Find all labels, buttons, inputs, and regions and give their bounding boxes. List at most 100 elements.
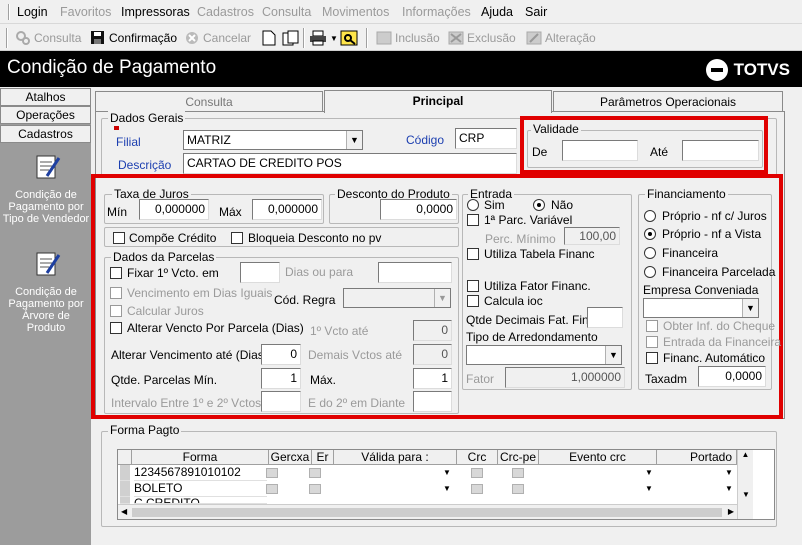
inclusao-button[interactable]: Inclusão <box>376 30 440 46</box>
cod-regra-select[interactable]: ▼ <box>343 288 451 308</box>
tab-principal[interactable]: Principal <box>324 90 552 113</box>
cancelar-button[interactable]: Cancelar <box>184 30 251 46</box>
confirmacao-button[interactable]: Confirmação <box>90 30 177 46</box>
e-do-2-input[interactable] <box>413 391 452 412</box>
sidebar-item-tipo-vendedor[interactable]: Condição de Pagamento por Tipo de Vended… <box>2 152 90 225</box>
proprio-vista-radio[interactable] <box>644 228 656 240</box>
financ-auto-checkbox[interactable] <box>646 352 658 364</box>
calcula-ioc-checkbox[interactable] <box>467 295 479 307</box>
demais-vctos-input[interactable]: 0 <box>413 344 452 365</box>
print-dropdown-icon[interactable]: ▼ <box>330 34 338 43</box>
scroll-right-icon[interactable]: ▶ <box>728 507 734 516</box>
sidebar-cadastros[interactable]: Cadastros <box>0 125 91 143</box>
alteracao-button[interactable]: Alteração <box>526 30 596 46</box>
chevron-down-icon[interactable]: ▼ <box>642 482 656 496</box>
alterar-venc-ate-input[interactable]: 0 <box>261 344 301 365</box>
gercxa-checkbox[interactable] <box>266 468 278 478</box>
taxa-max-input[interactable]: 0,000000 <box>252 199 322 220</box>
empresa-conveniada-select[interactable]: ▼ <box>643 298 759 318</box>
col-er[interactable]: Er <box>312 450 334 465</box>
calcular-juros-checkbox[interactable] <box>110 305 122 317</box>
chevron-down-icon[interactable]: ▼ <box>440 482 454 496</box>
print-button[interactable]: ▼ <box>309 30 338 46</box>
entrada-sim-radio[interactable] <box>467 199 479 211</box>
sidebar-atalhos[interactable]: Atalhos <box>0 88 91 106</box>
exclusao-button[interactable]: Exclusão <box>448 30 516 46</box>
chevron-down-icon[interactable]: ▼ <box>722 466 736 480</box>
consulta-button[interactable]: Consulta <box>15 30 81 46</box>
descricao-input[interactable]: CARTAO DE CREDITO POS <box>183 153 517 174</box>
chevron-down-icon[interactable]: ▼ <box>434 289 450 307</box>
menu-login[interactable]: Login <box>17 5 48 19</box>
gercxa-checkbox[interactable] <box>266 484 278 494</box>
tab-parametros[interactable]: Parâmetros Operacionais <box>553 91 783 113</box>
chevron-down-icon[interactable]: ▼ <box>642 466 656 480</box>
fixar-dias-input[interactable] <box>240 262 280 283</box>
fixar-checkbox[interactable] <box>110 267 122 279</box>
tab-consulta[interactable]: Consulta <box>95 91 323 113</box>
filial-select[interactable]: MATRIZ ▼ <box>183 130 363 150</box>
er-checkbox[interactable] <box>309 468 321 478</box>
scroll-thumb[interactable] <box>132 508 722 517</box>
chevron-down-icon[interactable]: ▼ <box>346 131 362 149</box>
compoe-credito-checkbox[interactable] <box>113 232 125 244</box>
table-row-forma[interactable]: 1234567891010102 <box>134 465 267 481</box>
sidebar-item-arvore-produto[interactable]: Condição de Pagamento por Árvore de Prod… <box>2 249 90 334</box>
venc-dias-iguais-checkbox[interactable] <box>110 287 122 299</box>
taxadm-input[interactable]: 0,0000 <box>698 366 766 387</box>
qtde-min-input[interactable]: 1 <box>261 368 301 389</box>
menu-sair[interactable]: Sair <box>525 5 547 19</box>
search-button[interactable] <box>340 30 358 46</box>
scroll-down-icon[interactable]: ▼ <box>738 490 754 499</box>
bloqueia-desconto-checkbox[interactable] <box>231 232 243 244</box>
vertical-scrollbar[interactable]: ▲ ▼ <box>737 450 753 519</box>
scroll-up-icon[interactable]: ▲ <box>738 450 753 459</box>
intervalo-input[interactable] <box>261 391 301 412</box>
proprio-juros-radio[interactable] <box>644 210 656 222</box>
horizontal-scrollbar[interactable]: ◀ ▶ <box>118 504 737 519</box>
table-row-forma[interactable]: BOLETO <box>134 481 267 497</box>
new-document-button[interactable] <box>262 30 276 46</box>
entrada-financeira-checkbox[interactable] <box>646 336 658 348</box>
primeira-parc-checkbox[interactable] <box>467 214 479 226</box>
menu-cadastros[interactable]: Cadastros <box>197 5 254 19</box>
alterar-vencto-checkbox[interactable] <box>110 322 122 334</box>
crc-pe-checkbox[interactable] <box>512 468 524 478</box>
row-selector[interactable] <box>120 481 130 497</box>
primeiro-vcto-input[interactable]: 0 <box>413 320 452 341</box>
financeira-radio[interactable] <box>644 247 656 259</box>
max-parcelas-input[interactable]: 1 <box>413 368 452 389</box>
crc-checkbox[interactable] <box>471 468 483 478</box>
fator-input[interactable]: 1,000000 <box>505 367 625 388</box>
perc-minimo-input[interactable]: 100,00 <box>564 227 620 245</box>
chevron-down-icon[interactable]: ▼ <box>722 482 736 496</box>
row-selector[interactable] <box>120 497 130 504</box>
col-forma[interactable]: Forma <box>132 450 269 465</box>
chevron-down-icon[interactable]: ▼ <box>440 466 454 480</box>
col-crc[interactable]: Crc <box>457 450 498 465</box>
col-crc-pe[interactable]: Crc-pe <box>498 450 539 465</box>
row-selector[interactable] <box>120 465 130 481</box>
menu-movimentos[interactable]: Movimentos <box>322 5 389 19</box>
scroll-left-icon[interactable]: ◀ <box>121 507 127 516</box>
utiliza-fator-checkbox[interactable] <box>467 280 479 292</box>
chevron-down-icon[interactable]: ▼ <box>605 346 621 364</box>
chevron-down-icon[interactable]: ▼ <box>742 299 758 317</box>
col-portador[interactable]: Portado <box>657 450 737 465</box>
menu-favoritos[interactable]: Favoritos <box>60 5 111 19</box>
entrada-nao-radio[interactable] <box>533 199 545 211</box>
obter-cheque-checkbox[interactable] <box>646 320 658 332</box>
crc-checkbox[interactable] <box>471 484 483 494</box>
col-evento-crc[interactable]: Evento crc <box>539 450 657 465</box>
col-gercxa[interactable]: Gercxa <box>269 450 312 465</box>
qtde-decimais-input[interactable] <box>587 307 623 328</box>
utiliza-tabela-checkbox[interactable] <box>467 248 479 260</box>
sidebar-operacoes[interactable]: Operações <box>0 106 91 124</box>
codigo-input[interactable]: CRP <box>455 128 517 149</box>
menu-impressoras[interactable]: Impressoras <box>121 5 190 19</box>
desconto-input[interactable]: 0,0000 <box>380 199 457 220</box>
tipo-arred-select[interactable]: ▼ <box>466 345 622 365</box>
er-checkbox[interactable] <box>309 484 321 494</box>
col-valida[interactable]: Válida para : <box>334 450 457 465</box>
fixar-data-input[interactable] <box>378 262 452 283</box>
